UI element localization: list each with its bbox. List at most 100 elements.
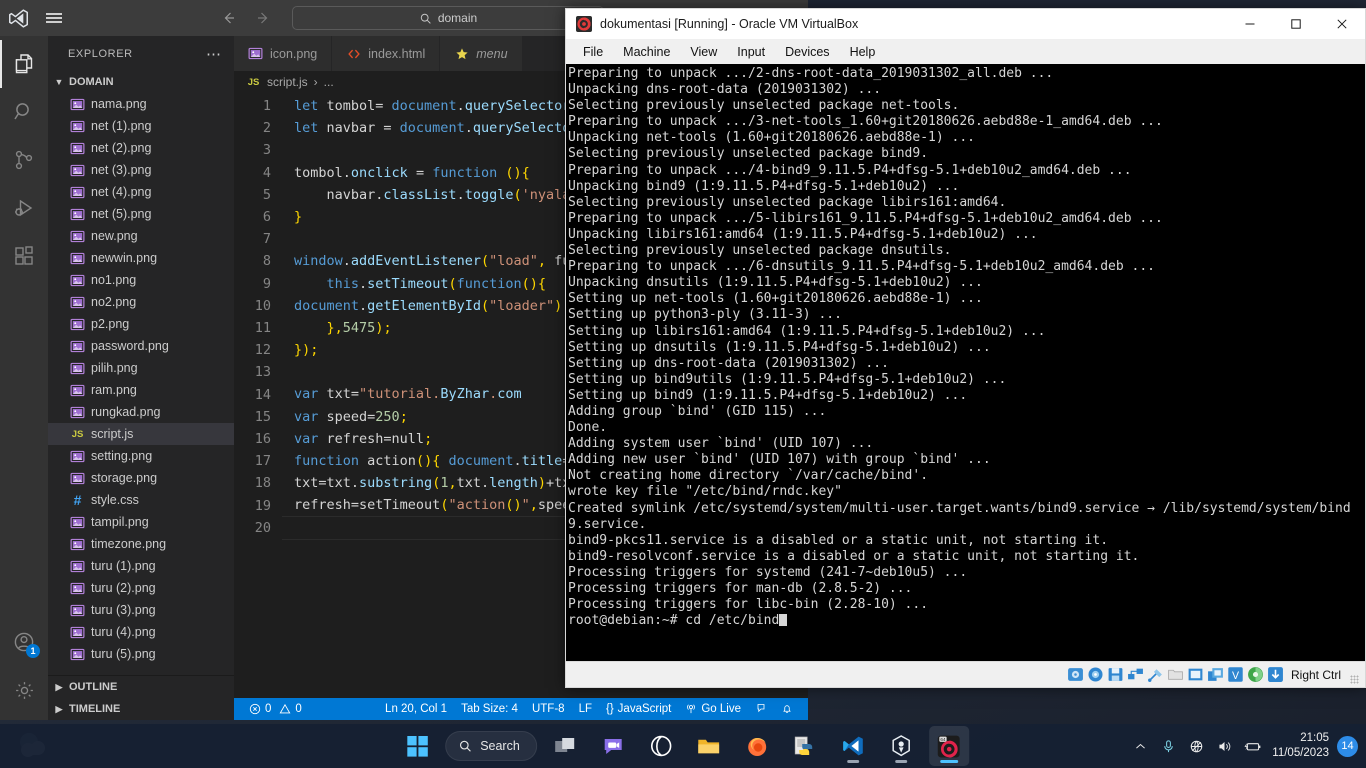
taskbar-item-edge[interactable] — [641, 726, 681, 766]
image-file-icon — [70, 559, 85, 574]
file-item[interactable]: JS script.js — [48, 423, 234, 445]
file-item[interactable]: turu (2).png — [48, 577, 234, 599]
file-item[interactable]: rungkad.png — [48, 401, 234, 423]
file-item[interactable]: timezone.png — [48, 533, 234, 555]
language-mode[interactable]: {} JavaScript — [599, 703, 678, 715]
hamburger-menu-icon[interactable] — [36, 0, 72, 36]
start-button[interactable] — [397, 726, 437, 766]
taskbar-item-camtasia[interactable]: 64 — [928, 726, 969, 766]
editor-tab[interactable]: icon.png — [234, 36, 333, 71]
breadcrumb-file[interactable]: script.js — [267, 75, 308, 89]
command-search-input[interactable]: domain — [292, 6, 604, 30]
speaker-icon[interactable] — [1210, 726, 1238, 766]
mouse-integration-icon[interactable] — [1247, 666, 1264, 683]
menu-item-machine[interactable]: Machine — [614, 43, 679, 61]
go-live-button[interactable]: Go Live — [678, 703, 748, 715]
file-item[interactable]: turu (3).png — [48, 599, 234, 621]
menu-item-input[interactable]: Input — [728, 43, 774, 61]
virtualbox-titlebar[interactable]: dokumentasi [Running] - Oracle VM Virtua… — [566, 9, 1365, 40]
network-icon[interactable] — [1127, 666, 1144, 683]
keyboard-icon[interactable] — [1267, 666, 1284, 683]
file-item[interactable]: # style.css — [48, 489, 234, 511]
file-list[interactable]: nama.png net (1).png net (2).png net (3).pn… — [48, 93, 234, 675]
microphone-icon[interactable] — [1154, 726, 1182, 766]
file-item[interactable]: net (1).png — [48, 115, 234, 137]
breadcrumb-rest[interactable]: ... — [324, 75, 334, 89]
clock[interactable]: 21:05 11/05/2023 — [1266, 731, 1337, 761]
optical-disk-icon[interactable] — [1087, 666, 1104, 683]
tab-size[interactable]: Tab Size: 4 — [454, 703, 525, 715]
taskbar-item-python[interactable] — [785, 726, 825, 766]
file-item[interactable]: password.png — [48, 335, 234, 357]
panel-outline[interactable]: ▶ OUTLINE — [48, 676, 234, 698]
file-item[interactable]: net (4).png — [48, 181, 234, 203]
menu-item-help[interactable]: Help — [841, 43, 885, 61]
network-globe-icon[interactable] — [1182, 726, 1210, 766]
taskbar-item-vscode[interactable] — [833, 726, 873, 766]
cursor-position[interactable]: Ln 20, Col 1 — [378, 703, 454, 715]
editor-tab[interactable]: index.html — [332, 36, 441, 71]
file-item[interactable]: ram.png — [48, 379, 234, 401]
file-item[interactable]: no2.png — [48, 291, 234, 313]
back-arrow-icon[interactable] — [214, 5, 244, 31]
battery-charging-icon[interactable] — [1238, 726, 1266, 766]
file-item[interactable]: turu (1).png — [48, 555, 234, 577]
minimize-icon[interactable] — [1227, 9, 1273, 40]
file-item[interactable]: p2.png — [48, 313, 234, 335]
resize-grip-icon[interactable] — [1350, 675, 1359, 684]
file-item[interactable]: no1.png — [48, 269, 234, 291]
notifications-button[interactable] — [774, 703, 800, 715]
file-item[interactable]: newwin.png — [48, 247, 234, 269]
taskbar-item-firefox[interactable] — [737, 726, 777, 766]
end-of-line[interactable]: LF — [572, 703, 599, 715]
menu-item-devices[interactable]: Devices — [776, 43, 838, 61]
menu-item-view[interactable]: View — [681, 43, 726, 61]
file-item[interactable]: nama.png — [48, 93, 234, 115]
activitybar-item-source-control[interactable] — [0, 136, 48, 184]
maximize-icon[interactable] — [1273, 9, 1319, 40]
file-item[interactable]: storage.png — [48, 467, 234, 489]
file-item[interactable]: new.png — [48, 225, 234, 247]
menu-item-file[interactable]: File — [574, 43, 612, 61]
virtualization-icon[interactable]: V — [1227, 666, 1244, 683]
chevron-up-icon[interactable] — [1126, 726, 1154, 766]
vm-terminal-screen[interactable]: Preparing to unpack .../2-dns-root-data_… — [566, 64, 1365, 661]
taskbar-search-button[interactable]: Search — [445, 731, 537, 761]
folder-section-header[interactable]: ▼ DOMAIN — [48, 71, 234, 93]
file-item[interactable]: turu (4).png — [48, 621, 234, 643]
activitybar-item-explorer[interactable] — [0, 40, 48, 88]
activitybar-item-settings[interactable] — [0, 666, 48, 714]
terminal-prompt[interactable]: root@debian:~# cd /etc/bind — [568, 613, 1365, 629]
file-item[interactable]: tampil.png — [48, 511, 234, 533]
encoding[interactable]: UTF-8 — [525, 703, 572, 715]
floppy-disk-icon[interactable] — [1107, 666, 1124, 683]
editor-tab[interactable]: menu — [440, 36, 523, 71]
activitybar-item-accounts[interactable]: 1 — [0, 618, 48, 666]
taskbar-item-task-view[interactable] — [545, 726, 585, 766]
activitybar-item-run-and-debug[interactable] — [0, 184, 48, 232]
feedback-button[interactable] — [748, 703, 774, 715]
ellipsis-icon[interactable]: ⋯ — [206, 45, 222, 63]
recording-icon[interactable] — [1207, 666, 1224, 683]
display-icon[interactable] — [1187, 666, 1204, 683]
taskbar-item-teams-chat[interactable] — [593, 726, 633, 766]
problems-status[interactable]: 0 0 — [242, 703, 309, 715]
file-item[interactable]: net (2).png — [48, 137, 234, 159]
file-item[interactable]: net (3).png — [48, 159, 234, 181]
forward-arrow-icon[interactable] — [248, 5, 278, 31]
activitybar-item-extensions[interactable] — [0, 232, 48, 280]
usb-icon[interactable] — [1147, 666, 1164, 683]
file-item[interactable]: turu (5).png — [48, 643, 234, 665]
file-item[interactable]: setting.png — [48, 445, 234, 467]
taskbar-item-virtualbox[interactable] — [881, 726, 921, 766]
notification-badge[interactable]: 14 — [1337, 735, 1358, 757]
hard-disk-icon[interactable] — [1067, 666, 1084, 683]
panel-timeline[interactable]: ▶ TIMELINE — [48, 698, 234, 720]
windows-taskbar: Search 64 21:05 11/05/2023 14 — [0, 724, 1366, 768]
taskbar-item-file-explorer[interactable] — [689, 726, 729, 766]
file-item[interactable]: net (5).png — [48, 203, 234, 225]
activitybar-item-search[interactable] — [0, 88, 48, 136]
file-item[interactable]: pilih.png — [48, 357, 234, 379]
shared-folders-icon[interactable] — [1167, 666, 1184, 683]
close-icon[interactable] — [1319, 9, 1365, 40]
